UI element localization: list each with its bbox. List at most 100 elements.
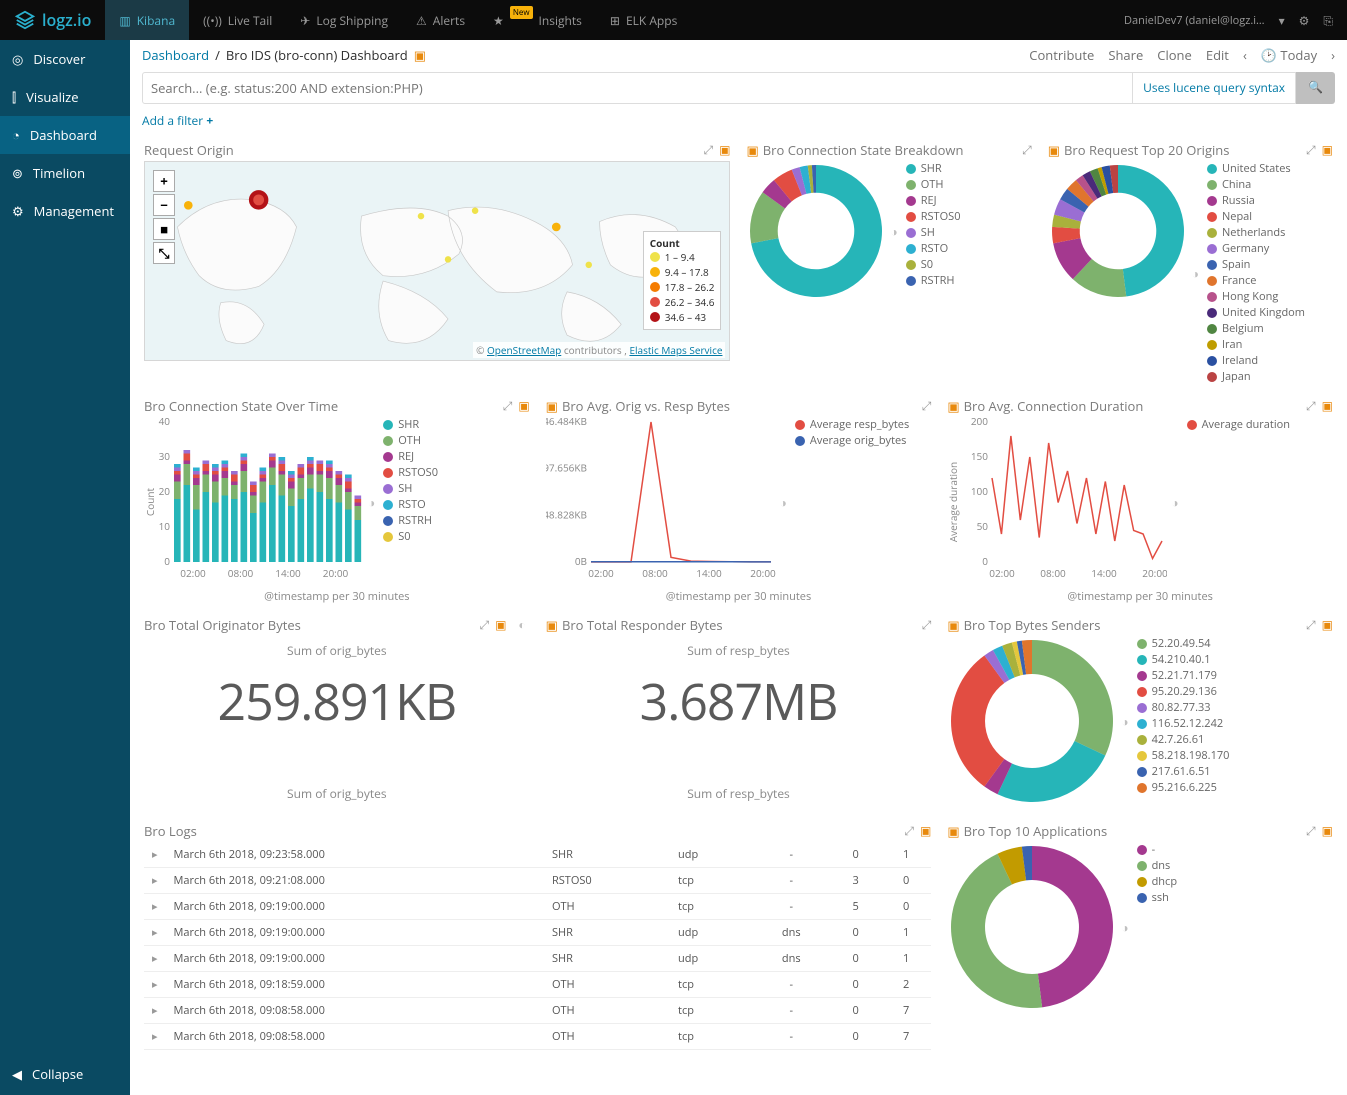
expand-row-icon[interactable]: ▸ bbox=[144, 946, 166, 972]
legend-item[interactable]: China bbox=[1207, 177, 1305, 192]
sidebar-item-management[interactable]: ⚙Management bbox=[0, 192, 130, 230]
legend-item[interactable]: Iran bbox=[1207, 337, 1305, 352]
legend-item[interactable]: 95.216.6.225 bbox=[1137, 780, 1230, 795]
expand-icon[interactable]: ⤢ bbox=[503, 397, 513, 414]
expand-icon[interactable]: ⤢ bbox=[1306, 141, 1316, 158]
legend-item[interactable]: France bbox=[1207, 273, 1305, 288]
time-picker[interactable]: 🕑 Today bbox=[1261, 46, 1317, 64]
legend-item[interactable]: dhcp bbox=[1137, 874, 1177, 889]
legend-item[interactable]: United States bbox=[1207, 161, 1305, 176]
legend-item[interactable]: SH bbox=[906, 225, 961, 240]
legend-item[interactable]: Japan bbox=[1207, 369, 1305, 384]
chevron-down-icon[interactable]: ▾ bbox=[1279, 12, 1285, 29]
topnav-kibana[interactable]: ▥Kibana bbox=[105, 0, 189, 40]
camera-icon[interactable]: ▣ bbox=[719, 141, 730, 158]
topnav-elk-apps[interactable]: ⊞ELK Apps bbox=[596, 0, 691, 40]
edit-link[interactable]: Edit bbox=[1206, 46, 1229, 64]
next-time-icon[interactable]: › bbox=[1331, 46, 1335, 64]
crop-button[interactable]: ⤡ bbox=[153, 242, 175, 264]
legend-item[interactable]: 95.20.29.136 bbox=[1137, 684, 1230, 699]
legend-item[interactable]: REJ bbox=[906, 193, 961, 208]
legend-item[interactable]: Russia bbox=[1207, 193, 1305, 208]
topnav-log-shipping[interactable]: ✈Log Shipping bbox=[286, 0, 402, 40]
table-row[interactable]: ▸March 6th 2018, 09:18:59.000OTHtcp-02 bbox=[144, 972, 931, 998]
camera-icon[interactable]: ▣ bbox=[1322, 822, 1333, 839]
legend-item[interactable]: Germany bbox=[1207, 241, 1305, 256]
legend-item[interactable]: RSTO bbox=[906, 241, 961, 256]
camera-icon[interactable]: ▣ bbox=[1048, 141, 1060, 159]
legend-item[interactable]: Ireland bbox=[1207, 353, 1305, 368]
legend-item[interactable]: SH bbox=[383, 481, 438, 496]
legend-item[interactable]: 217.61.6.51 bbox=[1137, 764, 1230, 779]
prev-time-icon[interactable]: ‹ bbox=[1243, 46, 1247, 64]
camera-icon[interactable]: ▣ bbox=[920, 822, 931, 839]
fit-button[interactable]: ■ bbox=[153, 218, 175, 240]
expand-row-icon[interactable]: ▸ bbox=[144, 920, 166, 946]
camera-icon[interactable]: ▣ bbox=[518, 397, 529, 414]
table-row[interactable]: ▸March 6th 2018, 09:19:00.000OTHtcp-50 bbox=[144, 894, 931, 920]
zoom-in-button[interactable]: + bbox=[153, 170, 175, 192]
legend-toggle-icon[interactable]: ◑ bbox=[1121, 713, 1128, 730]
legend-toggle-icon[interactable]: ◑ bbox=[1192, 265, 1199, 282]
legend-item[interactable]: - bbox=[1137, 842, 1177, 857]
table-row[interactable]: ▸March 6th 2018, 09:19:00.000SHRudpdns01 bbox=[144, 946, 931, 972]
legend-item[interactable]: ssh bbox=[1137, 890, 1177, 905]
legend-item[interactable]: REJ bbox=[383, 449, 438, 464]
legend-item[interactable]: SHR bbox=[906, 161, 961, 176]
expand-icon[interactable]: ⤢ bbox=[1306, 616, 1316, 633]
legend-item[interactable]: RSTRH bbox=[906, 273, 961, 288]
legend-item[interactable]: RSTO bbox=[383, 497, 438, 512]
topnav-live-tail[interactable]: ((•))Live Tail bbox=[189, 0, 286, 40]
ems-link[interactable]: Elastic Maps Service bbox=[629, 343, 722, 357]
camera-icon[interactable]: ▣ bbox=[546, 397, 558, 415]
camera-icon[interactable]: ▣ bbox=[947, 397, 959, 415]
legend-item[interactable]: 58.218.198.170 bbox=[1137, 748, 1230, 763]
table-row[interactable]: ▸March 6th 2018, 09:21:08.000RSTOS0tcp-3… bbox=[144, 868, 931, 894]
expand-row-icon[interactable]: ▸ bbox=[144, 972, 166, 998]
table-row[interactable]: ▸March 6th 2018, 09:08:58.000OTHtcp-07 bbox=[144, 998, 931, 1024]
camera-icon[interactable]: ▣ bbox=[414, 46, 426, 64]
zoom-out-button[interactable]: − bbox=[153, 194, 175, 216]
expand-icon[interactable]: ⤢ bbox=[704, 141, 714, 158]
legend-item[interactable]: SHR bbox=[383, 417, 438, 432]
share-link[interactable]: Share bbox=[1108, 46, 1143, 64]
map[interactable]: + − ■ ⤡ Count 1 – 9.49.4 – 17.817.8 – 26… bbox=[144, 161, 730, 361]
expand-icon[interactable]: ⤢ bbox=[479, 616, 489, 633]
camera-icon[interactable]: ▣ bbox=[1322, 397, 1333, 414]
expand-row-icon[interactable]: ▸ bbox=[144, 894, 166, 920]
camera-icon[interactable]: ▣ bbox=[1322, 141, 1333, 158]
legend-item[interactable]: Netherlands bbox=[1207, 225, 1305, 240]
expand-row-icon[interactable]: ▸ bbox=[144, 868, 166, 894]
legend-toggle-icon[interactable]: ◑ bbox=[1121, 919, 1128, 936]
logo[interactable]: logz.io bbox=[0, 9, 105, 31]
legend-item[interactable]: Spain bbox=[1207, 257, 1305, 272]
expand-icon[interactable]: ⤢ bbox=[922, 616, 932, 633]
legend-item[interactable]: 54.210.40.1 bbox=[1137, 652, 1230, 667]
legend-toggle-icon[interactable]: ◐ bbox=[518, 616, 525, 633]
sidebar-item-visualize[interactable]: ⫿Visualize bbox=[0, 78, 130, 116]
legend-item[interactable]: OTH bbox=[383, 433, 438, 448]
legend-item[interactable]: dns bbox=[1137, 858, 1177, 873]
legend-item[interactable]: Hong Kong bbox=[1207, 289, 1305, 304]
legend-item[interactable]: OTH bbox=[906, 177, 961, 192]
expand-icon[interactable]: ⤢ bbox=[1306, 822, 1316, 839]
contribute-link[interactable]: Contribute bbox=[1029, 46, 1094, 64]
legend-item[interactable]: 116.52.12.242 bbox=[1137, 716, 1230, 731]
camera-icon[interactable]: ▣ bbox=[947, 616, 959, 634]
legend-toggle-icon[interactable]: ◑ bbox=[1171, 494, 1178, 511]
logout-icon[interactable]: ⎘ bbox=[1323, 12, 1333, 29]
expand-row-icon[interactable]: ▸ bbox=[144, 1024, 166, 1050]
table-row[interactable]: ▸March 6th 2018, 09:08:58.000OTHtcp-07 bbox=[144, 1024, 931, 1050]
legend-toggle-icon[interactable]: ◑ bbox=[890, 223, 897, 240]
topnav-alerts[interactable]: ⚠Alerts bbox=[402, 0, 479, 40]
legend-item[interactable]: 42.7.26.61 bbox=[1137, 732, 1230, 747]
legend-item[interactable]: RSTOS0 bbox=[906, 209, 961, 224]
legend-item[interactable]: RSTOS0 bbox=[383, 465, 438, 480]
expand-icon[interactable]: ⤢ bbox=[1022, 141, 1032, 158]
lucene-hint[interactable]: Uses lucene query syntax bbox=[1133, 72, 1296, 104]
breadcrumb-root[interactable]: Dashboard bbox=[142, 46, 209, 64]
sidebar-item-dashboard[interactable]: ◔Dashboard bbox=[0, 116, 130, 154]
legend-item[interactable]: Nepal bbox=[1207, 209, 1305, 224]
sidebar-item-discover[interactable]: ◎Discover bbox=[0, 40, 130, 78]
legend-item[interactable]: RSTRH bbox=[383, 513, 438, 528]
